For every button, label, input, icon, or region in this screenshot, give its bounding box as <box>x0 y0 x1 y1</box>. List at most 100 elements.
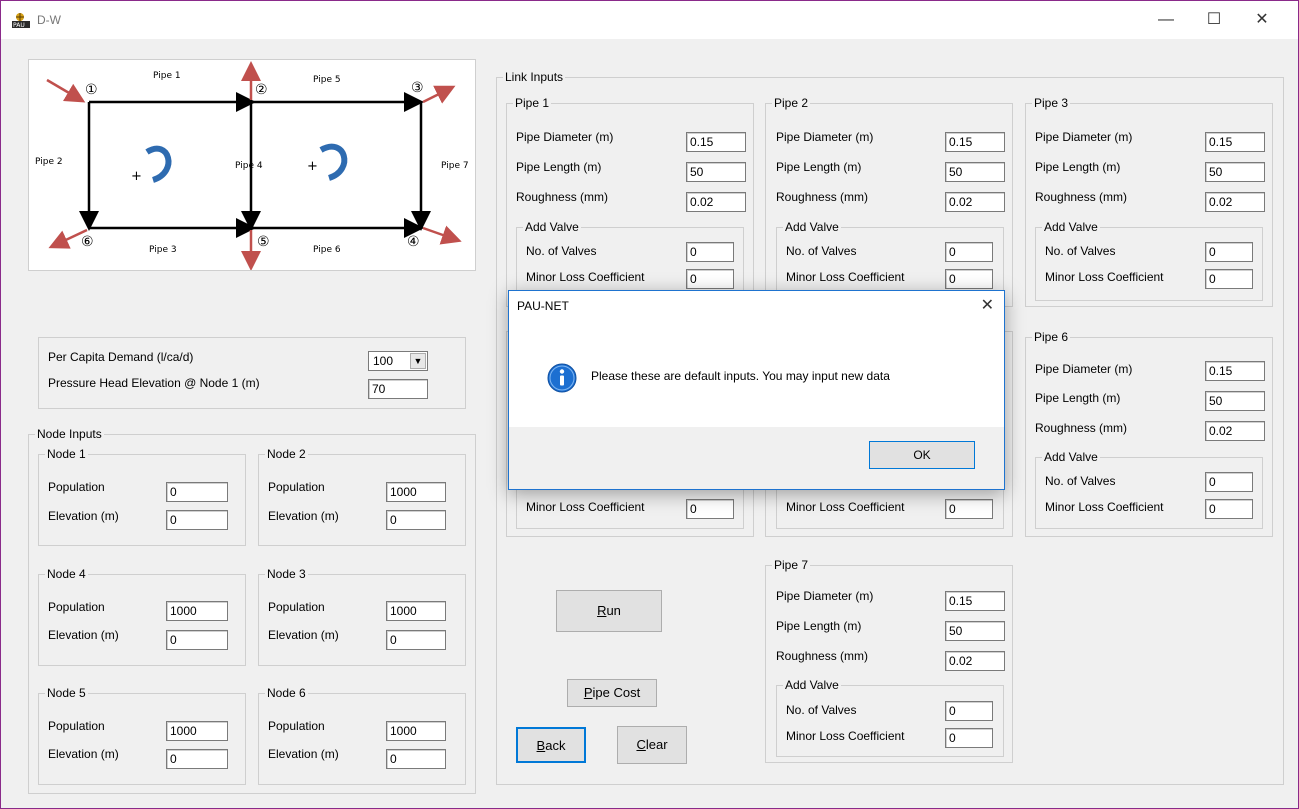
dialog-footer: OK <box>509 427 1004 489</box>
pipe2-valves-field[interactable]: 0 <box>945 242 993 262</box>
node6-population-field[interactable]: 1000 <box>386 721 446 741</box>
pipe1-valves-field[interactable]: 0 <box>686 242 734 262</box>
node2-label: ② <box>255 82 268 98</box>
pipe7-minor-field[interactable]: 0 <box>945 728 993 748</box>
per-capita-label: Per Capita Demand (l/ca/d) <box>48 350 194 364</box>
loop1-arrow-icon <box>145 145 172 183</box>
pipe6-valves-field[interactable]: 0 <box>1205 472 1253 492</box>
minimize-icon: — <box>1158 11 1174 28</box>
pipe3-length-field[interactable]: 50 <box>1205 162 1265 182</box>
node4-elevation-field[interactable]: 0 <box>166 630 228 650</box>
message-dialog: PAU-NET ✕ Please these are default input… <box>508 290 1005 490</box>
node3-elevation-label: Elevation (m) <box>268 628 339 642</box>
pipe2-diameter-label: Pipe Diameter (m) <box>776 130 874 144</box>
node5-population-label: Population <box>48 719 105 733</box>
app-logo-icon: PAU <box>12 13 30 28</box>
pipe2-label: Pipe 2 <box>35 157 63 167</box>
close-icon: ✕ <box>1255 11 1269 28</box>
pipe1-roughness-field[interactable]: 0.02 <box>686 192 746 212</box>
node3-legend: Node 3 <box>267 567 306 581</box>
node5-population-field[interactable]: 1000 <box>166 721 228 741</box>
pipe7-length-label: Pipe Length (m) <box>776 619 862 633</box>
run-button[interactable]: Run <box>556 590 662 632</box>
pipe6-length-field[interactable]: 50 <box>1205 391 1265 411</box>
node4-population-label: Population <box>48 600 105 614</box>
dialog-close-icon[interactable]: ✕ <box>981 295 994 315</box>
pipe1-roughness-label: Roughness (mm) <box>516 190 609 204</box>
back-mnemonic: B <box>536 738 546 753</box>
pipe7-diameter-field[interactable]: 0.15 <box>945 591 1005 611</box>
link-inputs-legend: Link Inputs <box>505 70 564 84</box>
pipe6-label: Pipe 6 <box>313 245 341 255</box>
node5-elevation-label: Elevation (m) <box>48 747 119 761</box>
pipe-cost-label: ipe Cost <box>592 685 641 700</box>
loop1-plus: + <box>131 169 142 184</box>
maximize-icon: ☐ <box>1206 11 1222 28</box>
dialog-title: PAU-NET <box>517 299 569 313</box>
node1-elevation-field[interactable]: 0 <box>166 510 228 530</box>
outflow-arrow-3 <box>422 85 456 104</box>
back-button[interactable]: Back <box>516 727 586 763</box>
node6-elevation-field[interactable]: 0 <box>386 749 446 769</box>
node4-legend: Node 4 <box>47 567 86 581</box>
node1-population-field[interactable]: 0 <box>166 482 228 502</box>
node5-legend: Node 5 <box>47 686 86 700</box>
pipe3-length-label: Pipe Length (m) <box>1035 160 1121 174</box>
node3-elevation-field[interactable]: 0 <box>386 630 446 650</box>
pipe7-roughness-field[interactable]: 0.02 <box>945 651 1005 671</box>
back-label: ack <box>545 738 566 753</box>
pipe3-diameter-label: Pipe Diameter (m) <box>1035 130 1133 144</box>
pipe3-valves-field[interactable]: 0 <box>1205 242 1253 262</box>
ok-button[interactable]: OK <box>869 441 975 469</box>
close-button[interactable]: ✕ <box>1239 7 1285 33</box>
pipe2-roughness-label: Roughness (mm) <box>776 190 869 204</box>
per-capita-select[interactable]: 100 ▼ <box>368 351 428 371</box>
pipe7-legend: Pipe 7 <box>774 558 809 572</box>
pipe6-minor-field[interactable]: 0 <box>1205 499 1253 519</box>
dialog-message: Please these are default inputs. You may… <box>591 369 890 383</box>
pipe6-diameter-field[interactable]: 0.15 <box>1205 361 1265 381</box>
pipe-cost-button[interactable]: Pipe Cost <box>567 679 657 707</box>
node1-label: ① <box>85 82 98 98</box>
pipe7-valves-field[interactable]: 0 <box>945 701 993 721</box>
outflow-arrow-4 <box>422 225 462 245</box>
node2-population-field[interactable]: 1000 <box>386 482 446 502</box>
node2-elevation-field[interactable]: 0 <box>386 510 446 530</box>
clear-label: lear <box>645 737 668 752</box>
pipe7-minor-label: Minor Loss Coefficient <box>786 729 905 743</box>
pipe7-label: Pipe 7 <box>441 161 469 171</box>
pipe3-diameter-field[interactable]: 0.15 <box>1205 132 1265 152</box>
pipe1-minor-field[interactable]: 0 <box>686 269 734 289</box>
pressure-head-field[interactable]: 70 <box>368 379 428 399</box>
pipe7-roughness-label: Roughness (mm) <box>776 649 869 663</box>
pipe3-roughness-field[interactable]: 0.02 <box>1205 192 1265 212</box>
pipe2-roughness-field[interactable]: 0.02 <box>945 192 1005 212</box>
main-window: PAU D-W — ☐ ✕ ① ② ③ ④ ⑤ ⑥ Pipe 1 Pipe 2 … <box>0 0 1299 809</box>
pipe4-label: Pipe 4 <box>235 161 263 171</box>
node3-population-field[interactable]: 1000 <box>386 601 446 621</box>
node2-elevation-label: Elevation (m) <box>268 509 339 523</box>
minimize-button[interactable]: — <box>1143 7 1189 33</box>
pipe6-roughness-field[interactable]: 0.02 <box>1205 421 1265 441</box>
pipe7-valve-legend: Add Valve <box>785 678 839 692</box>
node1-population-label: Population <box>48 480 105 494</box>
pipe1-length-field[interactable]: 50 <box>686 162 746 182</box>
run-label: un <box>606 603 621 618</box>
loop2-arrow-icon <box>319 143 348 181</box>
loop2-plus: + <box>307 159 318 174</box>
clear-button[interactable]: Clear <box>617 726 687 764</box>
node5-elevation-field[interactable]: 0 <box>166 749 228 769</box>
pipe5-label: Pipe 5 <box>313 75 341 85</box>
pipe7-length-field[interactable]: 50 <box>945 621 1005 641</box>
pipe6-roughness-label: Roughness (mm) <box>1035 421 1128 435</box>
pipe1-minor-label: Minor Loss Coefficient <box>526 270 645 284</box>
node4-population-field[interactable]: 1000 <box>166 601 228 621</box>
pipe7-valves-label: No. of Valves <box>786 703 857 717</box>
maximize-button[interactable]: ☐ <box>1191 7 1237 33</box>
pipe2-length-field[interactable]: 50 <box>945 162 1005 182</box>
pipe3-minor-field[interactable]: 0 <box>1205 269 1253 289</box>
pipe2-diameter-field[interactable]: 0.15 <box>945 132 1005 152</box>
pipe2-minor-field[interactable]: 0 <box>945 269 993 289</box>
pipe1-diameter-field[interactable]: 0.15 <box>686 132 746 152</box>
inflow-arrow <box>46 78 86 103</box>
